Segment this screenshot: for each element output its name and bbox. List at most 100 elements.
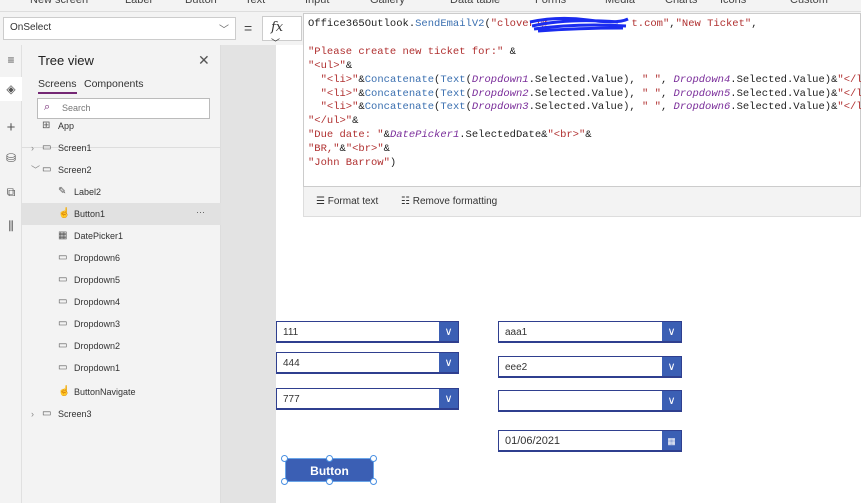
media-icon[interactable]: ⧉: [0, 185, 22, 200]
dropdown-value: 777: [283, 394, 300, 405]
more-icon[interactable]: ···: [196, 201, 205, 223]
chevron-down-icon[interactable]: ∨: [439, 353, 458, 372]
chevron-down-icon[interactable]: ∨: [662, 322, 681, 341]
fx-button[interactable]: fx ﹀: [262, 16, 302, 49]
formula-editor[interactable]: Office365Outlook.SendEmailV2("clover1@ t.…: [303, 13, 861, 187]
dropdown4[interactable]: aaa1 ∨: [498, 321, 682, 343]
layers-icon[interactable]: ◈: [0, 77, 22, 101]
tree-node-buttonnavigate[interactable]: ☝ ButtonNavigate: [22, 381, 221, 403]
tree-node-app[interactable]: ⊞ App: [22, 115, 221, 137]
resize-handle[interactable]: [326, 455, 333, 462]
code-token: &: [345, 59, 353, 72]
code-token: .Selected.Value),: [528, 101, 643, 114]
resize-handle[interactable]: [281, 455, 288, 462]
code-token: Dropdown5: [673, 87, 731, 100]
property-select[interactable]: OnSelect ﹀: [3, 17, 236, 40]
dropdown5[interactable]: eee2 ∨: [498, 356, 682, 378]
toolbar-item[interactable]: Button: [185, 0, 217, 6]
tree-node-label: ButtonNavigate: [74, 387, 136, 397]
toolbar-item[interactable]: Forms: [535, 0, 566, 6]
tree-view-panel: Tree view ✕ Screens Components ⌕ Search …: [22, 45, 221, 503]
property-value: OnSelect: [10, 22, 52, 33]
chevron-down-icon[interactable]: ∨: [439, 389, 458, 408]
toolbar-item[interactable]: Data table: [450, 0, 500, 6]
plus-icon[interactable]: +: [0, 119, 22, 136]
button-icon: ☝: [58, 386, 71, 397]
code-line: "<li>"&Concatenate(Text(Dropdown2.Select…: [308, 87, 861, 102]
code-token: Text: [440, 101, 466, 114]
tree-node-screen3[interactable]: › ▭ Screen3: [22, 403, 221, 425]
chevron-down-icon[interactable]: ∨: [439, 322, 458, 341]
code-token: Dropdown4: [673, 73, 731, 86]
format-icon: ☰: [316, 196, 328, 207]
chevron-right-icon[interactable]: ›: [31, 137, 34, 159]
calendar-icon[interactable]: ▦: [662, 431, 681, 450]
screen-icon: ▭: [42, 164, 52, 175]
code-token: Concatenate: [364, 73, 435, 86]
code-token: .SelectedDate&: [459, 129, 548, 142]
hamburger-icon[interactable]: ≡: [0, 53, 22, 67]
dropdown1[interactable]: 111 ∨: [276, 321, 459, 343]
toolbar-item[interactable]: New screen: [30, 0, 88, 6]
code-token: .Selected.Value)&: [730, 73, 838, 86]
dropdown-value: eee2: [505, 362, 528, 373]
tree-node-datepicker1[interactable]: ▦ DatePicker1: [22, 225, 221, 247]
dropdown6[interactable]: ∨: [498, 390, 682, 412]
dropdown2[interactable]: 444 ∨: [276, 352, 459, 374]
screen-icon: ▭: [42, 408, 52, 419]
code-line: "<li>"&Concatenate(Text(Dropdown1.Select…: [308, 73, 861, 88]
chevron-right-icon[interactable]: ›: [31, 403, 34, 425]
tab-components[interactable]: Components: [84, 78, 144, 90]
code-token: DatePicker1: [389, 129, 460, 142]
resize-handle[interactable]: [370, 455, 377, 462]
toolbar-item[interactable]: Charts: [665, 0, 697, 6]
tree-node-label2[interactable]: ✎ Label2: [22, 181, 221, 203]
date-value: 01/06/2021: [505, 435, 561, 447]
close-icon[interactable]: ✕: [198, 52, 210, 69]
redaction-scribble: [529, 16, 629, 33]
tree-node-screen1[interactable]: › ▭ Screen1: [22, 137, 221, 159]
toolbar-item[interactable]: Media: [605, 0, 635, 6]
datepicker1[interactable]: 01/06/2021 ▦: [498, 430, 682, 452]
toolbar-item[interactable]: Gallery: [370, 0, 405, 6]
code-token: Dropdown2: [471, 87, 529, 100]
code-token: .Selected.Value)&: [730, 87, 838, 100]
tree-node-dropdown2[interactable]: ▭ Dropdown2: [22, 335, 221, 357]
resize-handle[interactable]: [370, 478, 377, 485]
dropdown3[interactable]: 777 ∨: [276, 388, 459, 410]
chevron-down-icon[interactable]: ∨: [662, 357, 681, 376]
toolbar-item[interactable]: Label: [125, 0, 152, 6]
chevron-down-icon[interactable]: ﹀: [31, 159, 40, 181]
resize-handle[interactable]: [281, 478, 288, 485]
label-icon: ✎: [58, 186, 67, 197]
format-text-button[interactable]: ☰ Format text: [316, 196, 378, 207]
screen-icon: ▭: [42, 142, 52, 153]
code-token: " ": [642, 73, 661, 86]
remove-formatting-button[interactable]: ☷ Remove formatting: [401, 196, 497, 207]
tree-node-dropdown6[interactable]: ▭ Dropdown6: [22, 247, 221, 269]
tree-node-dropdown4[interactable]: ▭ Dropdown4: [22, 291, 221, 313]
toolbar-item[interactable]: Custom: [790, 0, 828, 6]
resize-handle[interactable]: [326, 478, 333, 485]
tab-screens[interactable]: Screens: [38, 78, 77, 94]
code-token: Text: [440, 87, 466, 100]
toolbar-item[interactable]: Icons: [720, 0, 746, 6]
code-line: "BR,"&"<br>"&: [308, 143, 856, 157]
code-token: ,: [660, 101, 674, 114]
database-icon[interactable]: ⛁: [0, 151, 22, 165]
toolbar-item[interactable]: Text: [245, 0, 265, 6]
tree-node-screen2[interactable]: ﹀ ▭ Screen2: [22, 159, 221, 181]
tree-node-dropdown1[interactable]: ▭ Dropdown1: [22, 357, 221, 379]
chevron-down-icon[interactable]: ∨: [662, 391, 681, 410]
code-token: Concatenate: [364, 87, 435, 100]
tree-node-button1[interactable]: ☝ Button1 ···: [22, 203, 221, 225]
toolbar-item[interactable]: Input: [305, 0, 329, 6]
tools-icon[interactable]: ⫼: [0, 219, 22, 234]
code-token: "BR,": [308, 143, 340, 156]
tree-node-label: Button1: [74, 209, 106, 219]
code-token: &: [383, 143, 390, 156]
code-line: "<li>"&Concatenate(Text(Dropdown3.Select…: [308, 101, 861, 115]
chevron-down-icon: ﹀: [219, 25, 229, 36]
tree-node-dropdown5[interactable]: ▭ Dropdown5: [22, 269, 221, 291]
tree-node-dropdown3[interactable]: ▭ Dropdown3: [22, 313, 221, 335]
